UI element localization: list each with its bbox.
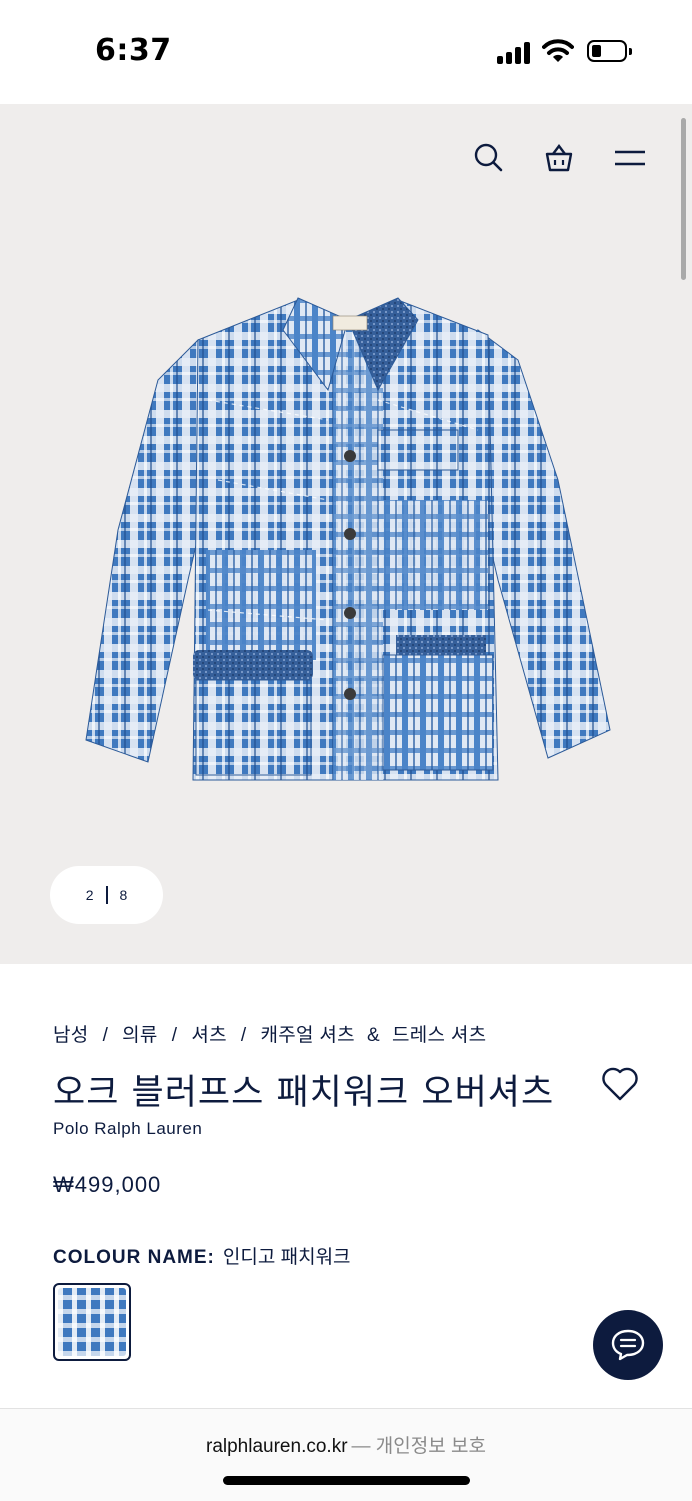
colour-swatch-selected[interactable] [53, 1283, 131, 1361]
breadcrumb-ampersand: & [366, 1025, 380, 1046]
breadcrumb-item[interactable]: 셔츠 [191, 1025, 227, 1046]
browser-footer: ralphlauren.co.kr — 개인정보 보호 [0, 1408, 692, 1501]
colour-name-row: COLOUR NAME: 인디고 패치워크 [53, 1242, 351, 1269]
product-image [85, 297, 611, 781]
breadcrumb-item[interactable]: 캐주얼 셔츠 [260, 1025, 354, 1046]
address-bar[interactable]: ralphlauren.co.kr — 개인정보 보호 [0, 1431, 692, 1458]
breadcrumb-separator: / [171, 1025, 178, 1046]
pager-divider [105, 886, 108, 904]
status-bar: 6:37 [0, 0, 692, 104]
breadcrumb-item[interactable]: 의류 [122, 1025, 158, 1046]
battery-icon [587, 40, 632, 62]
breadcrumb-separator: / [240, 1025, 247, 1046]
status-time: 6:37 [95, 33, 172, 68]
privacy-text: — 개인정보 보호 [351, 1436, 486, 1457]
domain-text: ralphlauren.co.kr [206, 1436, 348, 1457]
colour-name-label: COLOUR NAME: [53, 1247, 215, 1268]
swatch-image [58, 1288, 126, 1356]
breadcrumb: 남성 / 의류 / 셔츠 / 캐주얼 셔츠 & 드레스 셔츠 [53, 1020, 486, 1047]
menu-icon[interactable] [614, 142, 646, 174]
wishlist-heart-icon[interactable] [601, 1066, 639, 1102]
breadcrumb-item[interactable]: 남성 [53, 1025, 89, 1046]
colour-name-value: 인디고 패치워크 [222, 1247, 351, 1268]
product-brand: Polo Ralph Lauren [53, 1119, 203, 1138]
chat-bubble-icon [611, 1329, 645, 1361]
breadcrumb-separator: / [102, 1025, 109, 1046]
shopping-bag-icon[interactable] [543, 142, 575, 174]
image-pager: 2 8 [50, 866, 163, 924]
chat-button[interactable] [593, 1310, 663, 1380]
product-title: 오크 블러프스 패치워크 오버셔츠 [53, 1073, 555, 1113]
home-indicator[interactable] [223, 1476, 470, 1485]
pager-total: 8 [119, 887, 128, 903]
breadcrumb-item[interactable]: 드레스 셔츠 [392, 1025, 486, 1046]
scrollbar[interactable] [681, 118, 686, 280]
search-icon[interactable] [472, 142, 504, 174]
product-price: ₩499,000 [53, 1172, 162, 1197]
pager-current: 2 [85, 887, 94, 903]
cellular-signal-icon [497, 40, 533, 64]
wifi-icon [542, 39, 574, 62]
